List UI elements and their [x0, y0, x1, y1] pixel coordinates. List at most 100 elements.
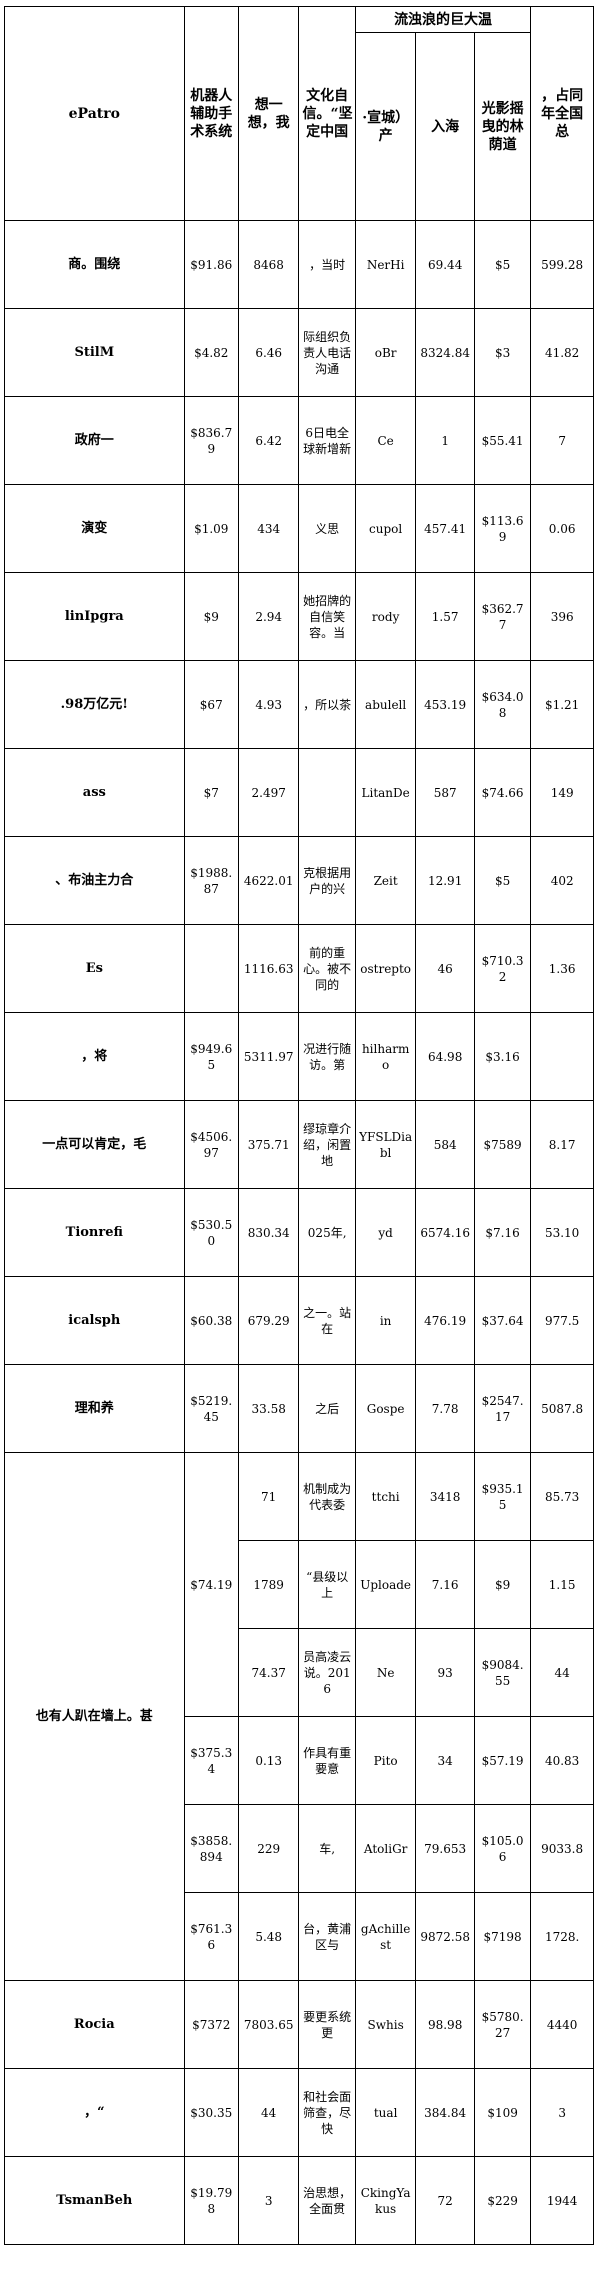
cell: 6574.16 — [415, 1188, 475, 1277]
cell: $2547.17 — [473, 1364, 532, 1453]
cell: 7.78 — [415, 1364, 475, 1453]
cell: 1.15 — [530, 1540, 594, 1629]
cell: 402 — [530, 836, 594, 925]
row-label: linIpgra — [4, 572, 185, 661]
cell: $57.19 — [473, 1716, 532, 1805]
cell: 1728. — [530, 1892, 594, 1981]
cell: 台，黄浦区与 — [298, 1892, 356, 1981]
cell: 她招牌的自信笑容。当 — [298, 572, 356, 661]
row-label: 、布油主力合 — [4, 836, 185, 925]
header-col-5: ·宣城）产 — [354, 32, 417, 221]
cell: 384.84 — [415, 2068, 475, 2157]
cell: oBr — [354, 308, 417, 397]
cell: $7589 — [473, 1100, 532, 1189]
row-label: Tionrefi — [4, 1188, 185, 1277]
cell: 584 — [415, 1100, 475, 1189]
cell — [183, 924, 239, 1013]
row-label: 一点可以肯定，毛 — [4, 1100, 185, 1189]
cell: 1944 — [530, 2156, 594, 2245]
cell: ，所以茶 — [298, 660, 356, 749]
cell: $9084.55 — [473, 1628, 532, 1717]
cell: 1116.63 — [237, 924, 300, 1013]
cell: $1.21 — [530, 660, 594, 749]
cell: 0.06 — [530, 484, 594, 573]
header-col-8: ，占同年全国总 — [530, 6, 594, 221]
cell: 396 — [530, 572, 594, 661]
cell: Pito — [354, 1716, 417, 1805]
table-row: 一点可以肯定，毛 $4506.97 375.71 缪琼章介绍，闲置地 YFSLDiabl… — [4, 1100, 594, 1189]
cell: $37.64 — [473, 1276, 532, 1365]
cell: $74.19 — [183, 1452, 239, 1717]
cell: 作具有重要意 — [298, 1716, 356, 1805]
cell: 3 — [530, 2068, 594, 2157]
cell: 12.91 — [415, 836, 475, 925]
cell: 5087.8 — [530, 1364, 594, 1453]
row-label: icalsph — [4, 1276, 185, 1365]
cell: 69.44 — [415, 220, 475, 309]
cell: LitanDe — [354, 748, 417, 837]
table-row: ，将 $949.65 5311.97 况进行随访。第 hilharmo 64.98 $3.1… — [4, 1012, 594, 1101]
cell: 际组织负责人电话沟通 — [298, 308, 356, 397]
cell: $60.38 — [183, 1276, 239, 1365]
cell: $5 — [473, 836, 532, 925]
row-label: 也有人趴在墙上。甚 — [4, 1452, 185, 1981]
cell: $19.798 — [183, 2156, 239, 2245]
cell: $3.16 — [473, 1012, 532, 1101]
cell: AtoliGr — [354, 1804, 417, 1893]
row-label: 商。围绕 — [4, 220, 185, 309]
row-label: StilM — [4, 308, 185, 397]
table-row: ass $7 2.497 LitanDe 587 $74.66 149 — [4, 748, 594, 837]
cell: Uploade — [354, 1540, 417, 1629]
cell: 5311.97 — [237, 1012, 300, 1101]
cell: ，当时 — [298, 220, 356, 309]
cell: 5.48 — [237, 1892, 300, 1981]
row-label: ，将 — [4, 1012, 185, 1101]
cell: 4.93 — [237, 660, 300, 749]
cell: 9872.58 — [415, 1892, 475, 1981]
header-col-1: ePatro — [4, 6, 185, 221]
cell: 149 — [530, 748, 594, 837]
cell: 义思 — [298, 484, 356, 573]
cell: 93 — [415, 1628, 475, 1717]
cell: 2.94 — [237, 572, 300, 661]
cell: ttchi — [354, 1452, 417, 1541]
cell: 之一。站在 — [298, 1276, 356, 1365]
cell: 457.41 — [415, 484, 475, 573]
cell: $229 — [473, 2156, 532, 2245]
cell: 44 — [530, 1628, 594, 1717]
cell: $710.32 — [473, 924, 532, 1013]
cell: $761.36 — [183, 1892, 239, 1981]
cell: 830.34 — [237, 1188, 300, 1277]
cell: in — [354, 1276, 417, 1365]
cell: $5780.27 — [473, 1980, 532, 2069]
row-label: 政府一 — [4, 396, 185, 485]
cell: 434 — [237, 484, 300, 573]
table-row: StilM $4.82 6.46 际组织负责人电话沟通 oBr 8324.84 $3 41.8… — [4, 308, 594, 397]
cell: 克根据用户的兴 — [298, 836, 356, 925]
cell: $7 — [183, 748, 239, 837]
cell: 587 — [415, 748, 475, 837]
cell: $30.35 — [183, 2068, 239, 2157]
header-col-2: 机器人辅助手术系统 — [183, 6, 239, 221]
cell: $3 — [473, 308, 532, 397]
cell — [530, 1012, 594, 1101]
cell: 要更系统更 — [298, 1980, 356, 2069]
row-label: Rocia — [4, 1980, 185, 2069]
cell: $3858.894 — [183, 1804, 239, 1893]
cell: 46 — [415, 924, 475, 1013]
cell: $949.65 — [183, 1012, 239, 1101]
cell: 1.36 — [530, 924, 594, 1013]
cell: $1.09 — [183, 484, 239, 573]
table-row: 商。围绕 $91.86 8468 ，当时 NerHi 69.44 $5 599.28 — [4, 220, 594, 309]
cell: $5 — [473, 220, 532, 309]
cell: $836.79 — [183, 396, 239, 485]
cell: 025年, — [298, 1188, 356, 1277]
cell: rody — [354, 572, 417, 661]
cell: $935.15 — [473, 1452, 532, 1541]
cell: $7198 — [473, 1892, 532, 1981]
cell: 3418 — [415, 1452, 475, 1541]
cell: yd — [354, 1188, 417, 1277]
cell: 7.16 — [415, 1540, 475, 1629]
cell: 6日电全球新增新 — [298, 396, 356, 485]
cell: $113.69 — [473, 484, 532, 573]
